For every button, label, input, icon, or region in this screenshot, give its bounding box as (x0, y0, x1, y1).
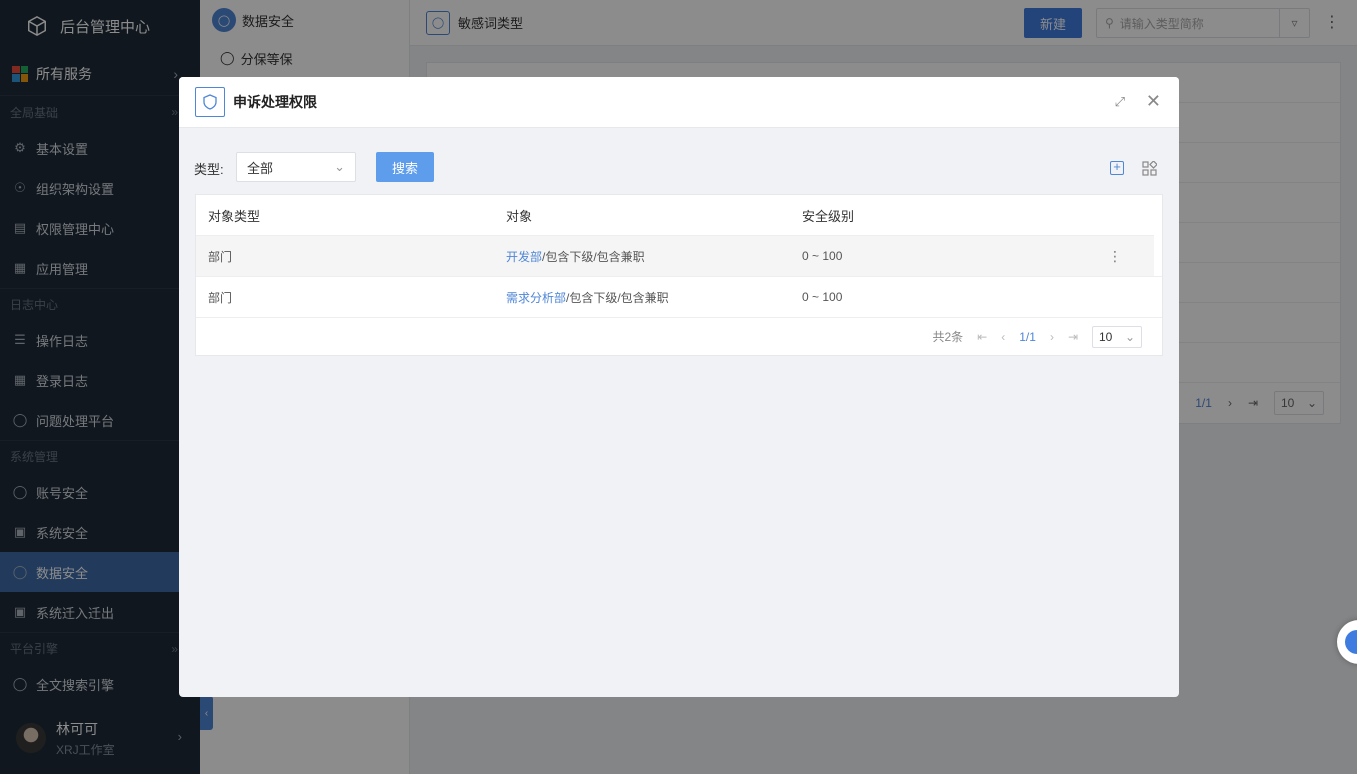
table-pagination: 共2条 ⇤ ‹ 1/1 › ⇥ 10 ⌄ (196, 317, 1162, 355)
object-suffix: /包含下级/包含兼职 (566, 290, 669, 305)
close-icon[interactable]: ✕ (1146, 91, 1161, 112)
cell-security-level: 0 ~ 100 (802, 290, 843, 304)
object-link[interactable]: 开发部 (506, 250, 542, 264)
layout-icon[interactable] (1142, 161, 1157, 176)
cell-object: 需求分析部/包含下级/包含兼职 (494, 289, 792, 306)
last-page-icon[interactable]: ⇥ (1068, 330, 1078, 344)
modal-title: 申诉处理权限 (233, 94, 317, 110)
add-icon[interactable]: + (1110, 160, 1124, 175)
object-suffix: /包含下级/包含兼职 (542, 249, 645, 264)
column-header-object: 对象 (506, 208, 533, 224)
table-row[interactable]: 部门 需求分析部/包含下级/包含兼职 0 ~ 100 (196, 276, 1162, 317)
bug-icon (1345, 630, 1357, 654)
next-page-icon[interactable]: › (1050, 330, 1054, 344)
cell-object-type: 部门 (208, 290, 233, 305)
chevron-down-icon: ⌄ (334, 159, 345, 174)
total-count: 共2条 (932, 330, 964, 344)
type-select-value: 全部 (247, 160, 274, 176)
expand-icon[interactable]: ⤢ (1115, 94, 1125, 110)
cell-security-level: 0 ~ 100 (802, 249, 843, 263)
page-size-select[interactable]: 10 ⌄ (1092, 325, 1142, 348)
cell-object: 开发部/包含下级/包含兼职 (494, 248, 792, 265)
page-size-value: 10 (1099, 329, 1113, 344)
more-vertical-icon[interactable]: ⋮ (1108, 248, 1122, 265)
permission-table: 对象类型 对象 安全级别 部门 开发部/包含下级/包含兼职 0 ~ 100 ⋮ … (195, 194, 1163, 356)
column-header-security-level: 安全级别 (802, 208, 855, 224)
prev-page-icon[interactable]: ‹ (1001, 330, 1005, 344)
modal-header: 申诉处理权限 ⤢ ✕ (179, 77, 1179, 128)
page-indicator: 1/1 (1019, 329, 1036, 344)
object-link[interactable]: 需求分析部 (506, 291, 566, 305)
permission-modal: 申诉处理权限 ⤢ ✕ 类型: 全部 ⌄ 搜索 + 对象类型 对象 安全级别 部门… (179, 77, 1179, 697)
shield-icon (195, 87, 225, 117)
cell-object-type: 部门 (208, 249, 233, 264)
search-button[interactable]: 搜索 (376, 152, 434, 182)
type-select[interactable]: 全部 ⌄ (236, 152, 356, 182)
first-page-icon[interactable]: ⇤ (977, 330, 987, 344)
type-filter-label: 类型: (194, 162, 224, 177)
column-header-object-type: 对象类型 (208, 208, 261, 224)
chevron-down-icon: ⌄ (1124, 329, 1135, 344)
table-row[interactable]: 部门 开发部/包含下级/包含兼职 0 ~ 100 ⋮ (196, 235, 1154, 276)
table-header: 对象类型 对象 安全级别 (196, 195, 1162, 235)
